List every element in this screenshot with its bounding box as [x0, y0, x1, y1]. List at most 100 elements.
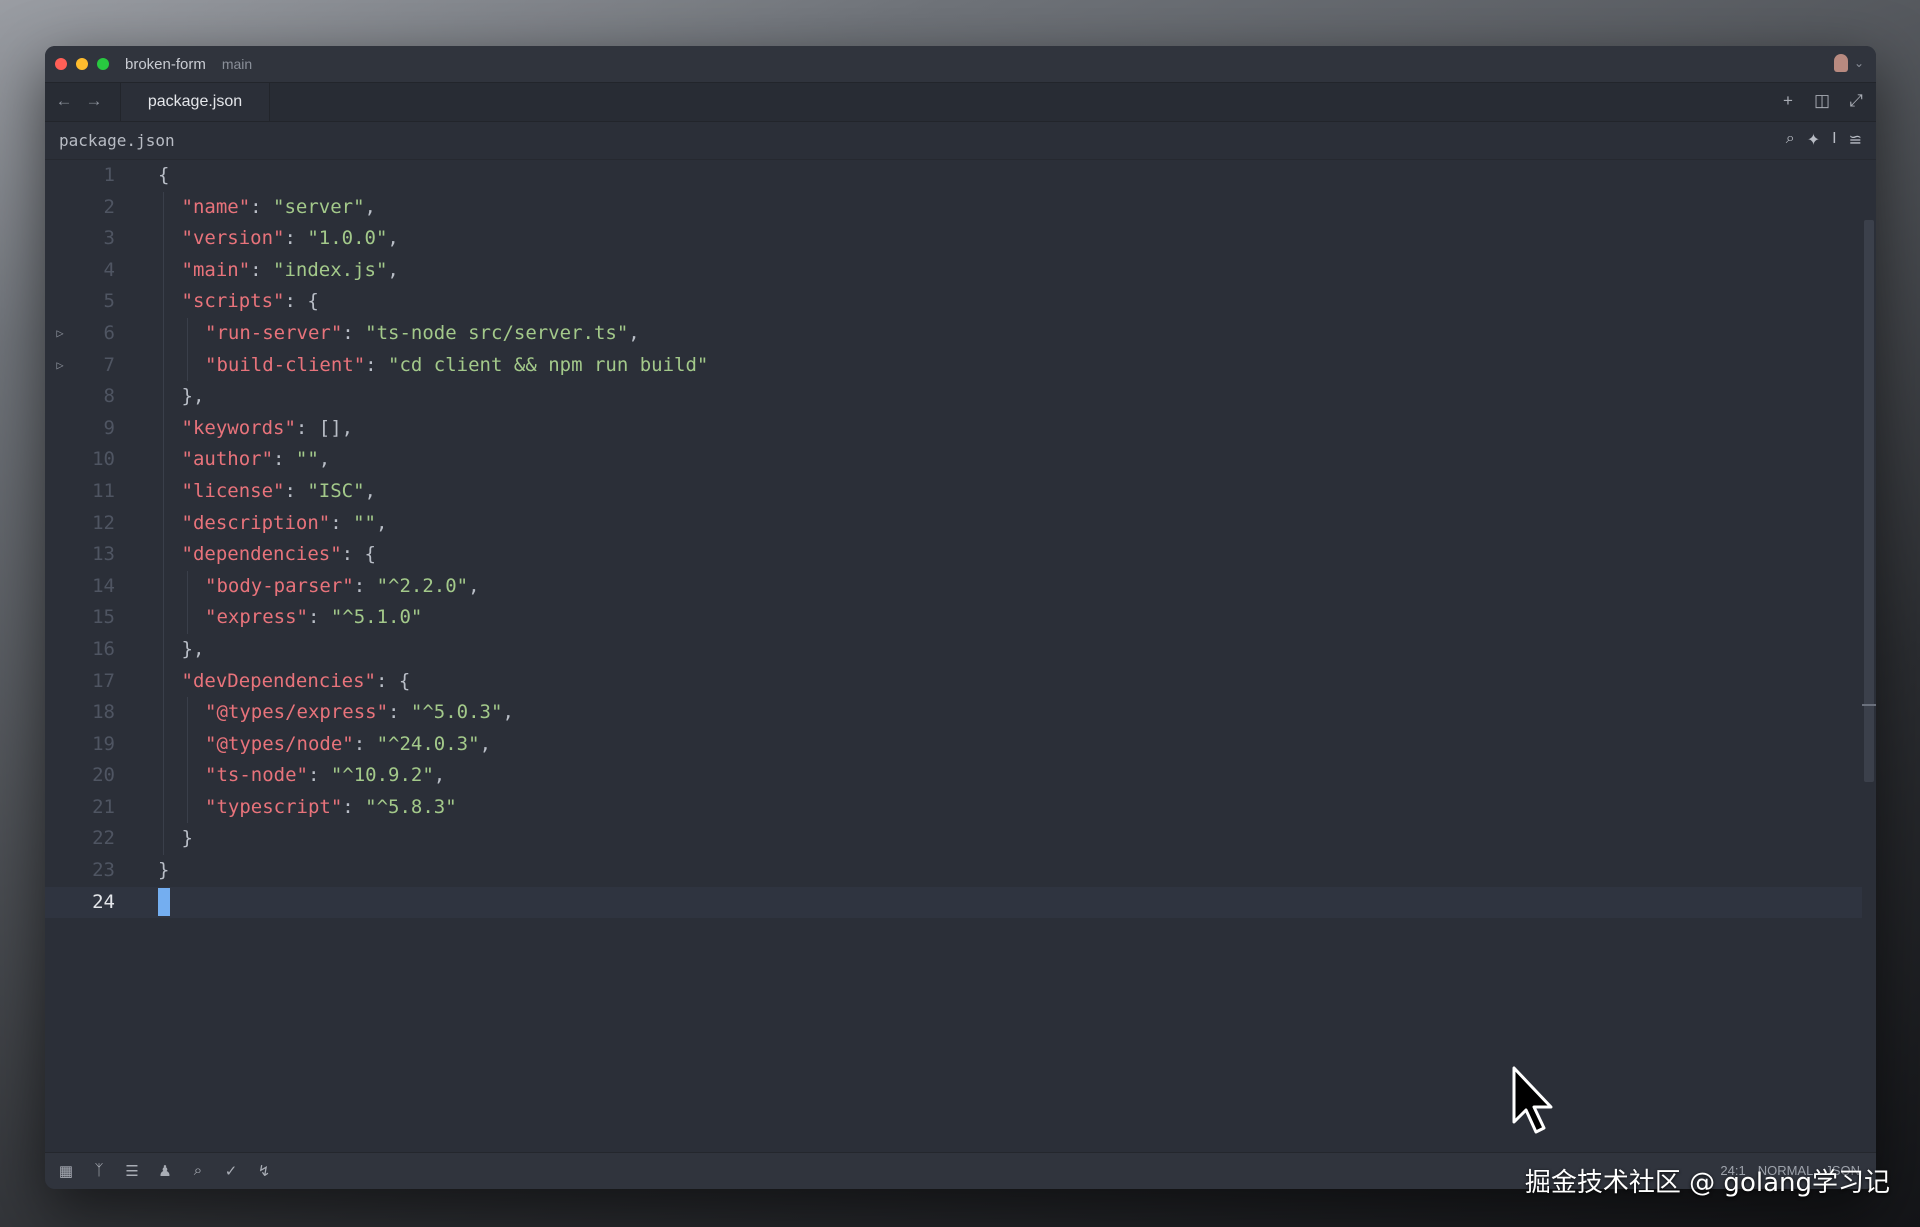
code-line[interactable]: 21 "typescript": "^5.8.3"	[45, 791, 1862, 824]
code-line[interactable]: 10 "author": "",	[45, 444, 1862, 476]
scrollbar[interactable]	[1862, 160, 1876, 1153]
code-line[interactable]: 1{	[45, 160, 1862, 192]
code-text: "typescript": "^5.8.3"	[205, 792, 457, 824]
code-line[interactable]: 20 "ts-node": "^10.9.2",	[45, 760, 1862, 792]
run-script-icon[interactable]: ▷	[53, 318, 67, 350]
json-key: "description"	[181, 511, 331, 534]
json-punctuation: ,	[628, 321, 640, 344]
json-punctuation: ,	[364, 479, 376, 502]
line-number: 23	[92, 859, 115, 882]
outline-icon[interactable]: ☰	[123, 1162, 141, 1180]
minimize-window-button[interactable]	[76, 58, 88, 70]
code-line[interactable]: 19 "@types/node": "^24.0.3",	[45, 728, 1862, 761]
user-menu[interactable]: ⌄	[1833, 54, 1864, 72]
json-punctuation: ,	[364, 195, 376, 218]
code-line[interactable]: 13 "dependencies": {	[45, 539, 1862, 571]
json-string: "^5.0.3"	[410, 701, 503, 724]
collab-icon[interactable]: ♟	[156, 1162, 174, 1180]
bolt-icon[interactable]: ↯	[255, 1162, 273, 1180]
indent-guide	[163, 349, 164, 382]
code-line[interactable]: 2 "name": "server",	[45, 191, 1862, 224]
code-text: "description": "",	[182, 508, 388, 540]
branch-name[interactable]: main	[222, 56, 252, 72]
code-line[interactable]: 12 "description": "",	[45, 507, 1862, 540]
window-controls	[55, 58, 109, 70]
indent-guide	[163, 823, 164, 856]
json-punctuation: :	[342, 321, 366, 344]
project-name[interactable]: broken-form	[125, 56, 206, 73]
close-window-button[interactable]	[55, 58, 67, 70]
sparkle-icon[interactable]: ✦	[1807, 130, 1820, 150]
code-text	[158, 887, 170, 919]
code-line[interactable]: ▷ 6 "run-server": "ts-node src/server.ts",	[45, 317, 1862, 350]
code-line[interactable]: 22}	[45, 823, 1862, 856]
json-key: "keywords"	[181, 416, 296, 439]
code-line[interactable]: 9 "keywords": [],	[45, 412, 1862, 445]
plus-icon[interactable]: +	[1778, 91, 1798, 111]
code-line[interactable]: 18 "@types/express": "^5.0.3",	[45, 697, 1862, 729]
json-punctuation: : {	[284, 290, 319, 313]
json-key: "@types/express"	[205, 701, 389, 724]
run-script-icon[interactable]: ▷	[53, 350, 67, 382]
expand-icon[interactable]: ⤢	[1846, 91, 1866, 111]
code-line[interactable]: 14 "body-parser": "^2.2.0",	[45, 570, 1862, 603]
code-editor[interactable]: 1{2 "name": "server", 3 "version": "1.0.0",…	[45, 160, 1862, 1153]
chevron-down-icon: ⌄	[1853, 56, 1864, 70]
code-line[interactable]: 24	[45, 886, 1862, 919]
line-number: 22	[92, 827, 115, 850]
code-line[interactable]: 23}	[45, 855, 1862, 887]
code-line[interactable]: 5 "scripts": {	[45, 286, 1862, 318]
mouse-pointer-icon	[1512, 1066, 1553, 1134]
search-icon[interactable]: ⌕	[189, 1162, 207, 1180]
back-arrow-icon[interactable]: ←	[53, 91, 75, 111]
json-string: "ISC"	[307, 479, 365, 502]
code-text: },	[182, 381, 205, 413]
text-cursor-icon[interactable]: I	[1832, 130, 1836, 150]
line-number: 16	[92, 637, 115, 660]
git-branch-icon[interactable]: ᛉ	[90, 1162, 108, 1180]
search-icon[interactable]: ⌕	[1786, 130, 1795, 150]
code-line[interactable]: 15 "express": "^5.1.0"	[45, 602, 1862, 634]
code-text: "devDependencies": {	[182, 666, 411, 698]
json-punctuation: },	[181, 637, 205, 660]
code-line[interactable]: 8},	[45, 381, 1862, 413]
scrollbar-thumb[interactable]	[1864, 220, 1874, 782]
json-punctuation: :	[353, 574, 377, 597]
line-number: 14	[92, 574, 115, 597]
tab-package-json[interactable]: package.json	[120, 83, 270, 121]
indent-guide	[186, 697, 188, 729]
code-line[interactable]: 17 "devDependencies": {	[45, 665, 1862, 698]
json-punctuation: ,	[387, 258, 399, 281]
json-punctuation: :	[342, 795, 366, 818]
line-number: 7	[103, 353, 115, 376]
line-number: 5	[103, 290, 115, 313]
json-punctuation: {	[158, 164, 170, 186]
code-line[interactable]: 4 "main": "index.js",	[45, 254, 1862, 287]
text-cursor	[158, 888, 170, 917]
breadcrumb-file[interactable]: package.json	[59, 131, 175, 150]
forward-arrow-icon[interactable]: →	[83, 91, 105, 111]
code-line[interactable]: 11 "license": "ISC",	[45, 475, 1862, 508]
indent-guide	[163, 570, 164, 603]
json-punctuation: :	[330, 511, 354, 534]
json-string: "^5.1.0"	[330, 606, 423, 629]
line-number: 20	[92, 764, 115, 787]
json-punctuation: ,	[376, 511, 388, 534]
code-text: "author": "",	[182, 444, 331, 476]
code-line[interactable]: 3 "version": "1.0.0",	[45, 223, 1862, 255]
line-number: 11	[92, 479, 115, 502]
code-line[interactable]: 16},	[45, 633, 1862, 666]
json-punctuation: ,	[433, 764, 446, 787]
code-text: "name": "server",	[182, 192, 377, 224]
settings-sliders-icon[interactable]: ≌	[1849, 130, 1862, 150]
json-punctuation: },	[181, 385, 205, 408]
json-punctuation: ,	[502, 701, 514, 724]
code-line[interactable]: ▷ 7 "build-client": "cd client && npm run …	[45, 349, 1862, 382]
json-string: ""	[295, 448, 319, 471]
json-string: "server"	[273, 195, 365, 218]
split-pane-icon[interactable]: ◫	[1812, 91, 1832, 111]
panel-icon[interactable]: ▦	[57, 1162, 75, 1180]
json-string: "^10.9.2"	[330, 764, 434, 787]
zoom-window-button[interactable]	[97, 58, 109, 70]
check-icon[interactable]: ✓	[222, 1162, 240, 1180]
